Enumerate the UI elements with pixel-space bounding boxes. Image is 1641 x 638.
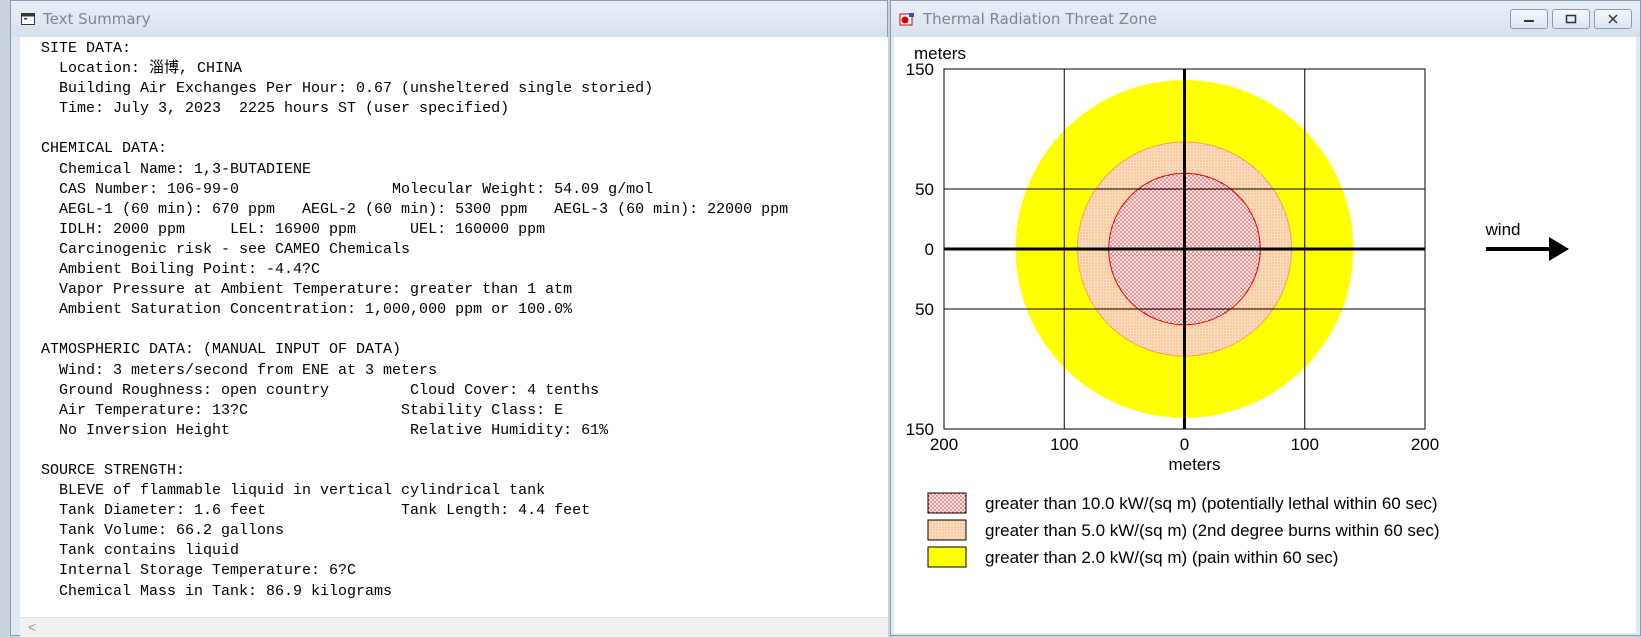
summary-line: Time: July 3, 2023 2225 hours ST (user s… (41, 100, 510, 118)
legend-swatch-solid (927, 546, 967, 568)
app-icon (899, 13, 914, 26)
legend-label: greater than 10.0 kW/(sq m) (potentially… (985, 494, 1438, 513)
chart-legend: greater than 10.0 kW/(sq m) (potentially… (927, 492, 1440, 568)
summary-line: Chemical Name: 1,3-BUTADIENE (41, 160, 312, 178)
threat-zone-window: Thermal Radiation Threat Zone meters 150… (890, 0, 1641, 636)
summary-text: SITE DATA: Location: 淄博, CHINA Building … (20, 37, 888, 602)
minimize-button[interactable] (1510, 9, 1548, 29)
x-tick-label: 100 (1291, 435, 1319, 454)
summary-line: Wind: 3 meters/second from ENE at 3 mete… (41, 361, 438, 379)
summary-line: Air Temperature: 13?C Stability Class: E (41, 401, 564, 419)
summary-line: Carcinogenic risk - see CAMEO Chemicals (41, 240, 411, 258)
legend-label: greater than 2.0 kW/(sq m) (pain within … (985, 548, 1338, 567)
summary-line: CHEMICAL DATA: (41, 140, 168, 158)
close-button[interactable] (1594, 9, 1632, 29)
summary-line: SOURCE STRENGTH: (41, 461, 186, 479)
horizontal-scrollbar[interactable]: < (20, 617, 888, 637)
summary-line: Vapor Pressure at Ambient Temperature: g… (41, 281, 573, 299)
summary-line: Tank contains liquid (41, 542, 240, 560)
summary-line: ATMOSPHERIC DATA: (MANUAL INPUT OF DATA) (41, 341, 402, 359)
restore-icon (1565, 14, 1577, 24)
y-tick-label: 50 (915, 300, 934, 319)
text-summary-window: Text Summary SITE DATA: Location: 淄博, CH… (10, 0, 888, 637)
wind-label: wind (1485, 220, 1521, 239)
x-axis-unit-label: meters (1169, 455, 1221, 474)
y-tick-label: 50 (915, 180, 934, 199)
restore-button[interactable] (1552, 9, 1590, 29)
summary-line: Location: 淄博, CHINA (41, 60, 243, 78)
x-tick-label: 200 (930, 435, 958, 454)
y-tick-label: 0 (925, 240, 934, 259)
summary-line: AEGL-1 (60 min): 670 ppm AEGL-2 (60 min)… (41, 200, 789, 218)
chart-axes (944, 69, 1425, 429)
summary-line: Building Air Exchanges Per Hour: 0.67 (u… (41, 80, 654, 98)
summary-line: Chemical Mass in Tank: 86.9 kilograms (41, 582, 393, 600)
threat-zone-plot-area: meters 150 50 0 50 150 200 100 0 100 200 meters wind… (894, 37, 1636, 633)
threat-zone-chart: meters15050050150200 100 0 100 200meterswind… (906, 44, 1569, 568)
text-summary-titlebar[interactable]: Text Summary (11, 1, 887, 37)
text-summary-content[interactable]: SITE DATA: Location: 淄博, CHINA Building … (20, 37, 888, 617)
x-tick-label: 200 (1411, 435, 1439, 454)
summary-line: BLEVE of flammable liquid in vertical cy… (41, 482, 546, 500)
legend-swatch-dots-red (927, 492, 967, 514)
x-tick-label: 0 (1180, 435, 1189, 454)
summary-line: SITE DATA: (41, 40, 132, 57)
summary-line: IDLH: 2000 ppm LEL: 16900 ppm UEL: 16000… (41, 220, 546, 238)
summary-line: CAS Number: 106-99-0 Molecular Weight: 5… (41, 180, 654, 198)
document-icon (21, 13, 35, 25)
y-tick-label: 150 (906, 60, 934, 79)
window-title: Text Summary (43, 10, 151, 28)
summary-line: Ambient Boiling Point: -4.4?C (41, 261, 321, 279)
summary-line: Ground Roughness: open country Cloud Cov… (41, 381, 600, 399)
summary-line: No Inversion Height Relative Humidity: 6… (41, 421, 609, 439)
window-title: Thermal Radiation Threat Zone (923, 10, 1157, 28)
scroll-left-icon[interactable]: < (28, 619, 36, 635)
close-icon (1608, 14, 1618, 24)
summary-line: Internal Storage Temperature: 6?C (41, 562, 357, 580)
minimize-icon (1524, 20, 1534, 22)
summary-line: Tank Diameter: 1.6 feet Tank Length: 4.4… (41, 502, 591, 520)
legend-label: greater than 5.0 kW/(sq m) (2nd degree b… (985, 521, 1440, 540)
legend-swatch-dots-light (927, 519, 967, 541)
threat-zone-titlebar[interactable]: Thermal Radiation Threat Zone (891, 1, 1640, 37)
summary-line: Ambient Saturation Concentration: 1,000,… (41, 301, 573, 319)
summary-line: Tank Volume: 66.2 gallons (41, 522, 285, 540)
x-tick-label: 100 (1050, 435, 1078, 454)
wind-arrow-icon (1549, 237, 1569, 261)
